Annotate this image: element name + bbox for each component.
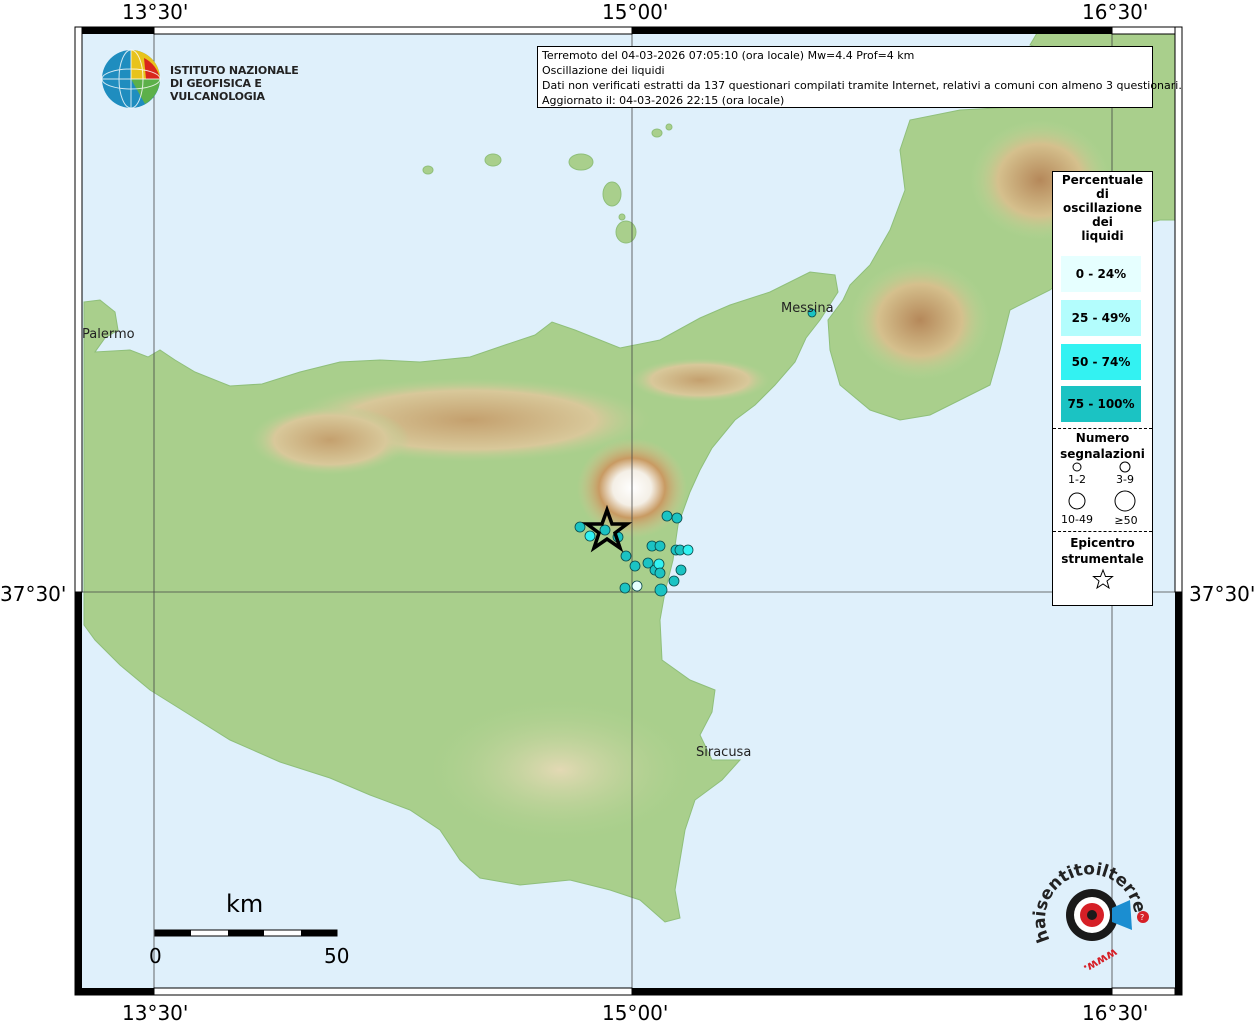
lon-label-bottom-left: 13°30' <box>122 1001 189 1025</box>
lat-label-left: 37°30' <box>0 582 67 606</box>
legend-count-10-49: 10-49 <box>1061 513 1093 526</box>
place-label-siracusa: Siracusa <box>696 745 752 760</box>
lat-label-right: 37°30' <box>1189 582 1255 606</box>
scale-max: 50 <box>324 944 350 968</box>
updated-timestamp: Aggiornato il: 04-03-2026 22:15 (ora loc… <box>542 94 785 107</box>
map-subject: Oscillazione dei liquidi <box>542 64 665 77</box>
globe-icon <box>101 49 161 109</box>
survey-marker <box>682 544 694 556</box>
legend-class-50-74: 50 - 74% <box>1061 344 1141 380</box>
legend-epicenter-line: strumentale <box>1061 552 1144 566</box>
madonie-relief <box>250 405 410 475</box>
survey-marker <box>661 510 673 522</box>
scale-min: 0 <box>149 944 162 968</box>
map-legend: Percentuale di oscillazione dei liquidi … <box>1052 171 1153 606</box>
legend-count-1-2: 1-2 <box>1068 473 1086 486</box>
legend-count-50-plus: ≥50 <box>1114 514 1138 527</box>
haisentito-logo: ? haisentitoilterremoto.it www. <box>1021 845 1155 976</box>
legend-count-title-line: Numero <box>1075 431 1130 445</box>
star-icon <box>1092 568 1114 590</box>
logo-line-1: ISTITUTO NAZIONALE <box>170 64 299 77</box>
place-label-palermo: Palermo <box>82 327 135 342</box>
legend-count-title: Numero segnalazioni <box>1053 430 1152 462</box>
scale-unit: km <box>226 890 264 918</box>
legend-count-3-9: 3-9 <box>1116 473 1134 486</box>
legend-title-line: di <box>1096 187 1109 201</box>
scale-bar <box>154 929 338 937</box>
survey-marker <box>629 560 641 572</box>
legend-class-25-49: 25 - 49% <box>1061 300 1141 336</box>
legend-class-75-100: 75 - 100% <box>1061 386 1141 422</box>
legend-title-line: oscillazione <box>1063 201 1142 215</box>
legend-epicenter-line: Epicentro <box>1070 536 1135 550</box>
survey-marker <box>654 583 668 597</box>
survey-marker <box>675 564 687 576</box>
seismograph-icon: ? haisentitoilterremoto.it www. <box>1021 845 1149 976</box>
watermark-www: www. <box>1081 945 1120 975</box>
data-note: Dati non verificati estratti da 137 ques… <box>542 79 1182 92</box>
survey-marker <box>619 582 631 594</box>
place-label-messina: Messina <box>781 301 834 316</box>
svg-text:?: ? <box>1140 913 1144 922</box>
survey-marker <box>599 524 611 536</box>
logo-line-2: DI GEOFISICA E VULCANOLOGIA <box>170 77 265 103</box>
lon-label-bottom-right: 16°30' <box>1082 1001 1149 1025</box>
lon-label-top-mid: 15°00' <box>602 0 669 24</box>
peloritani-relief <box>630 358 770 402</box>
survey-marker <box>620 550 632 562</box>
survey-marker <box>654 567 666 579</box>
survey-marker <box>671 512 683 524</box>
legend-divider <box>1053 531 1152 532</box>
survey-marker <box>668 575 680 587</box>
ingv-logo: ISTITUTO NAZIONALE DI GEOFISICA E VULCAN… <box>100 48 320 110</box>
lon-label-top-right: 16°30' <box>1082 0 1149 24</box>
survey-marker <box>653 558 665 570</box>
legend-title-line: Percentuale <box>1061 173 1144 187</box>
hyblaean-relief <box>430 700 690 840</box>
legend-class-0-24: 0 - 24% <box>1061 256 1141 292</box>
legend-epicenter-title: Epicentro strumentale <box>1053 535 1152 567</box>
lon-label-top-left: 13°30' <box>122 0 189 24</box>
event-info-box: Terremoto del 04-03-2026 07:05:10 (ora l… <box>537 46 1182 108</box>
aspromonte-relief <box>850 260 990 380</box>
legend-title-line: liquidi <box>1081 229 1124 243</box>
event-title: Terremoto del 04-03-2026 07:05:10 (ora l… <box>542 49 915 62</box>
legend-title-line: dei <box>1092 215 1113 229</box>
legend-divider <box>1053 428 1152 429</box>
survey-marker <box>631 580 643 592</box>
survey-marker <box>654 540 666 552</box>
lon-label-bottom-mid: 15°00' <box>602 1001 669 1025</box>
survey-marker <box>584 530 596 542</box>
